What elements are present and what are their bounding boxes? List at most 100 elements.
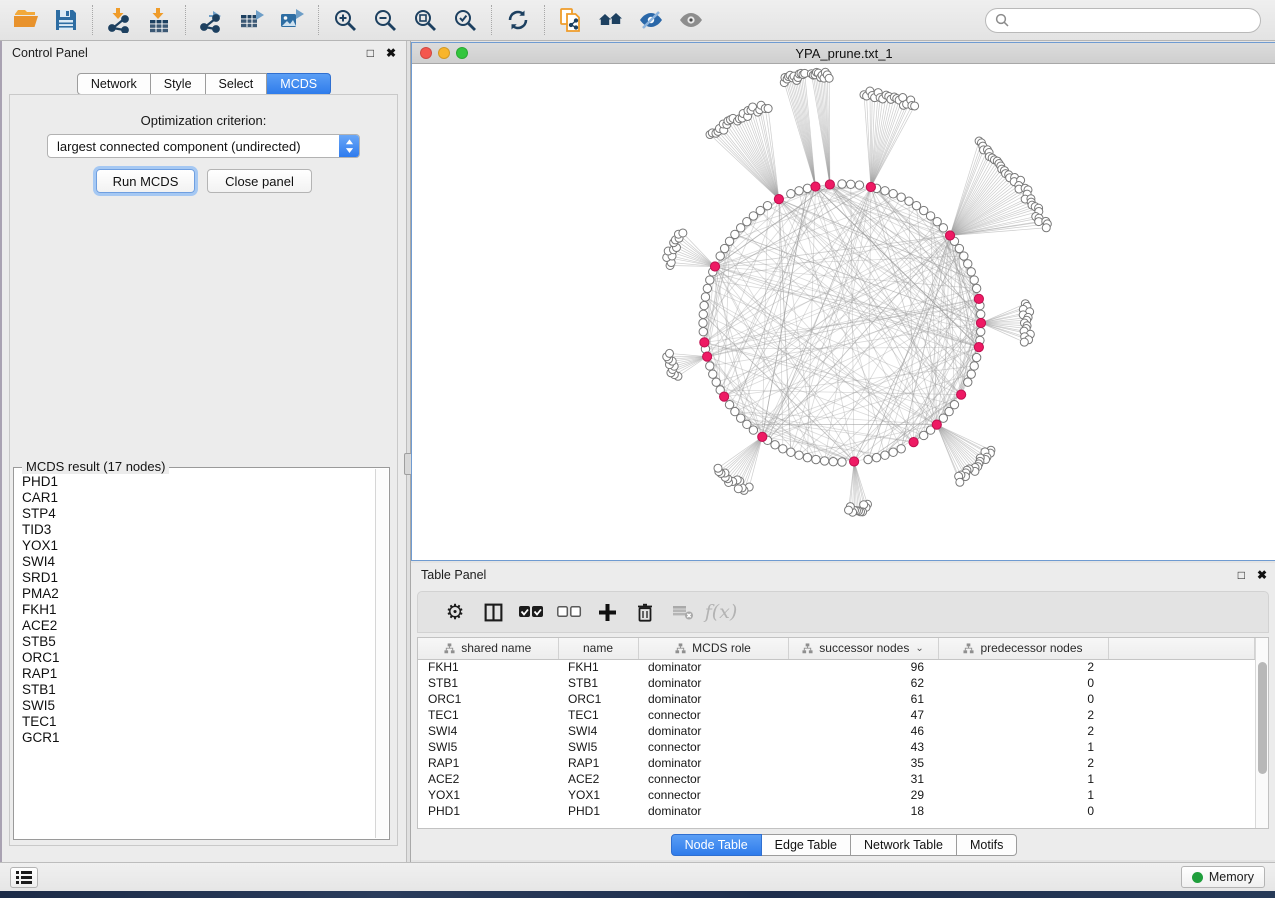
refresh-network-icon[interactable] — [498, 3, 538, 37]
select-all-checks-icon[interactable] — [512, 595, 550, 629]
graph-node[interactable] — [712, 378, 720, 386]
graph-node[interactable] — [699, 319, 707, 327]
copy-network-icon[interactable] — [551, 3, 591, 37]
table-row[interactable]: PHD1PHD1dominator180 — [418, 803, 1254, 819]
table-cell[interactable] — [1108, 675, 1254, 691]
table-cell[interactable]: RAP1 — [558, 755, 638, 771]
graph-hub-node[interactable] — [758, 432, 767, 441]
mcds-result-item[interactable]: SWI4 — [22, 554, 375, 570]
table-cell[interactable]: PHD1 — [558, 803, 638, 819]
graph-hub-node[interactable] — [703, 352, 712, 361]
graph-node[interactable] — [872, 453, 880, 461]
float-icon[interactable]: □ — [367, 47, 374, 59]
graph-node[interactable] — [825, 74, 833, 82]
graph-hub-node[interactable] — [866, 182, 875, 191]
graph-node[interactable] — [764, 105, 772, 113]
mcds-result-item[interactable]: PMA2 — [22, 586, 375, 602]
sort-menu-icon[interactable]: ⌄ — [915, 643, 923, 654]
graph-hub-node[interactable] — [700, 338, 709, 347]
table-cell[interactable]: 2 — [938, 755, 1108, 771]
create-column-icon[interactable] — [588, 595, 626, 629]
table-cell[interactable]: SWI4 — [418, 723, 558, 739]
graph-hub-node[interactable] — [774, 195, 783, 204]
tab-select[interactable]: Select — [206, 73, 268, 95]
table-cell[interactable]: 1 — [938, 771, 1108, 787]
table-cell[interactable]: 29 — [788, 787, 938, 803]
table-cell[interactable]: 62 — [788, 675, 938, 691]
mcds-result-item[interactable]: TEC1 — [22, 714, 375, 730]
table-cell[interactable]: ACE2 — [418, 771, 558, 787]
tab-network-table[interactable]: Network Table — [851, 834, 957, 856]
table-cell[interactable]: 43 — [788, 739, 938, 755]
mcds-result-item[interactable]: GCR1 — [22, 730, 375, 746]
zoom-fit-icon[interactable] — [405, 3, 445, 37]
table-row[interactable]: SWI4SWI4dominator462 — [418, 723, 1254, 739]
table-scrollbar-thumb[interactable] — [1258, 662, 1267, 774]
table-cell[interactable] — [1108, 691, 1254, 707]
graph-node[interactable] — [939, 224, 947, 232]
graph-node[interactable] — [970, 362, 978, 370]
graph-node[interactable] — [838, 458, 846, 466]
graph-hub-node[interactable] — [710, 262, 719, 271]
graph-node[interactable] — [960, 252, 968, 260]
table-cell[interactable]: 96 — [788, 659, 938, 675]
table-cell[interactable]: connector — [638, 771, 788, 787]
graph-node[interactable] — [855, 181, 863, 189]
graph-node[interactable] — [779, 445, 787, 453]
graph-node[interactable] — [912, 201, 920, 209]
zoom-in-icon[interactable] — [325, 3, 365, 37]
graph-node[interactable] — [829, 458, 837, 466]
table-cell[interactable]: 31 — [788, 771, 938, 787]
graph-node[interactable] — [847, 180, 855, 188]
table-cell[interactable]: TEC1 — [418, 707, 558, 723]
search-input[interactable] — [1015, 13, 1251, 28]
mcds-result-item[interactable]: FKH1 — [22, 602, 375, 618]
export-image-icon[interactable] — [272, 3, 312, 37]
table-row[interactable]: STB1STB1dominator620 — [418, 675, 1254, 691]
graph-hub-node[interactable] — [909, 438, 918, 447]
graph-node[interactable] — [716, 252, 724, 260]
graph-node[interactable] — [787, 190, 795, 198]
memory-button[interactable]: Memory — [1181, 866, 1265, 888]
graph-node[interactable] — [972, 353, 980, 361]
graph-node[interactable] — [720, 244, 728, 252]
graph-hub-node[interactable] — [974, 343, 983, 352]
graph-node[interactable] — [838, 180, 846, 188]
table-cell[interactable]: 35 — [788, 755, 938, 771]
graph-node[interactable] — [763, 201, 771, 209]
graph-node[interactable] — [665, 349, 673, 357]
run-mcds-button[interactable]: Run MCDS — [96, 169, 195, 193]
graph-node[interactable] — [970, 276, 978, 284]
graph-node[interactable] — [703, 284, 711, 292]
graph-node[interactable] — [964, 260, 972, 268]
graph-node[interactable] — [820, 457, 828, 465]
export-network-icon[interactable] — [192, 3, 232, 37]
graph-node[interactable] — [967, 268, 975, 276]
column-header-predecessor-nodes[interactable]: predecessor nodes — [938, 638, 1108, 659]
graph-hub-node[interactable] — [974, 294, 983, 303]
search-box[interactable] — [985, 8, 1261, 33]
save-session-icon[interactable] — [46, 3, 86, 37]
table-row[interactable]: ACE2ACE2connector311 — [418, 771, 1254, 787]
table-cell[interactable]: 61 — [788, 691, 938, 707]
graph-node[interactable] — [812, 455, 820, 463]
settings-gear-icon[interactable]: ⚙ — [436, 595, 474, 629]
graph-node[interactable] — [725, 401, 733, 409]
split-view-icon[interactable] — [474, 595, 512, 629]
table-cell[interactable]: 0 — [938, 691, 1108, 707]
graph-hub-node[interactable] — [720, 392, 729, 401]
graph-node[interactable] — [889, 190, 897, 198]
mcds-result-item[interactable]: YOX1 — [22, 538, 375, 554]
graph-node[interactable] — [706, 276, 714, 284]
mcds-result-item[interactable]: TID3 — [22, 522, 375, 538]
graph-node[interactable] — [706, 362, 714, 370]
table-cell[interactable]: dominator — [638, 803, 788, 819]
mcds-result-item[interactable]: STB5 — [22, 634, 375, 650]
mcds-result-item[interactable]: RAP1 — [22, 666, 375, 682]
table-cell[interactable]: 46 — [788, 723, 938, 739]
mcds-result-list[interactable]: PHD1CAR1STP4TID3YOX1SWI4SRD1PMA2FKH1ACE2… — [15, 469, 375, 838]
table-cell[interactable]: dominator — [638, 755, 788, 771]
show-all-icon[interactable] — [671, 3, 711, 37]
graph-hub-node[interactable] — [976, 318, 985, 327]
table-cell[interactable] — [1108, 787, 1254, 803]
